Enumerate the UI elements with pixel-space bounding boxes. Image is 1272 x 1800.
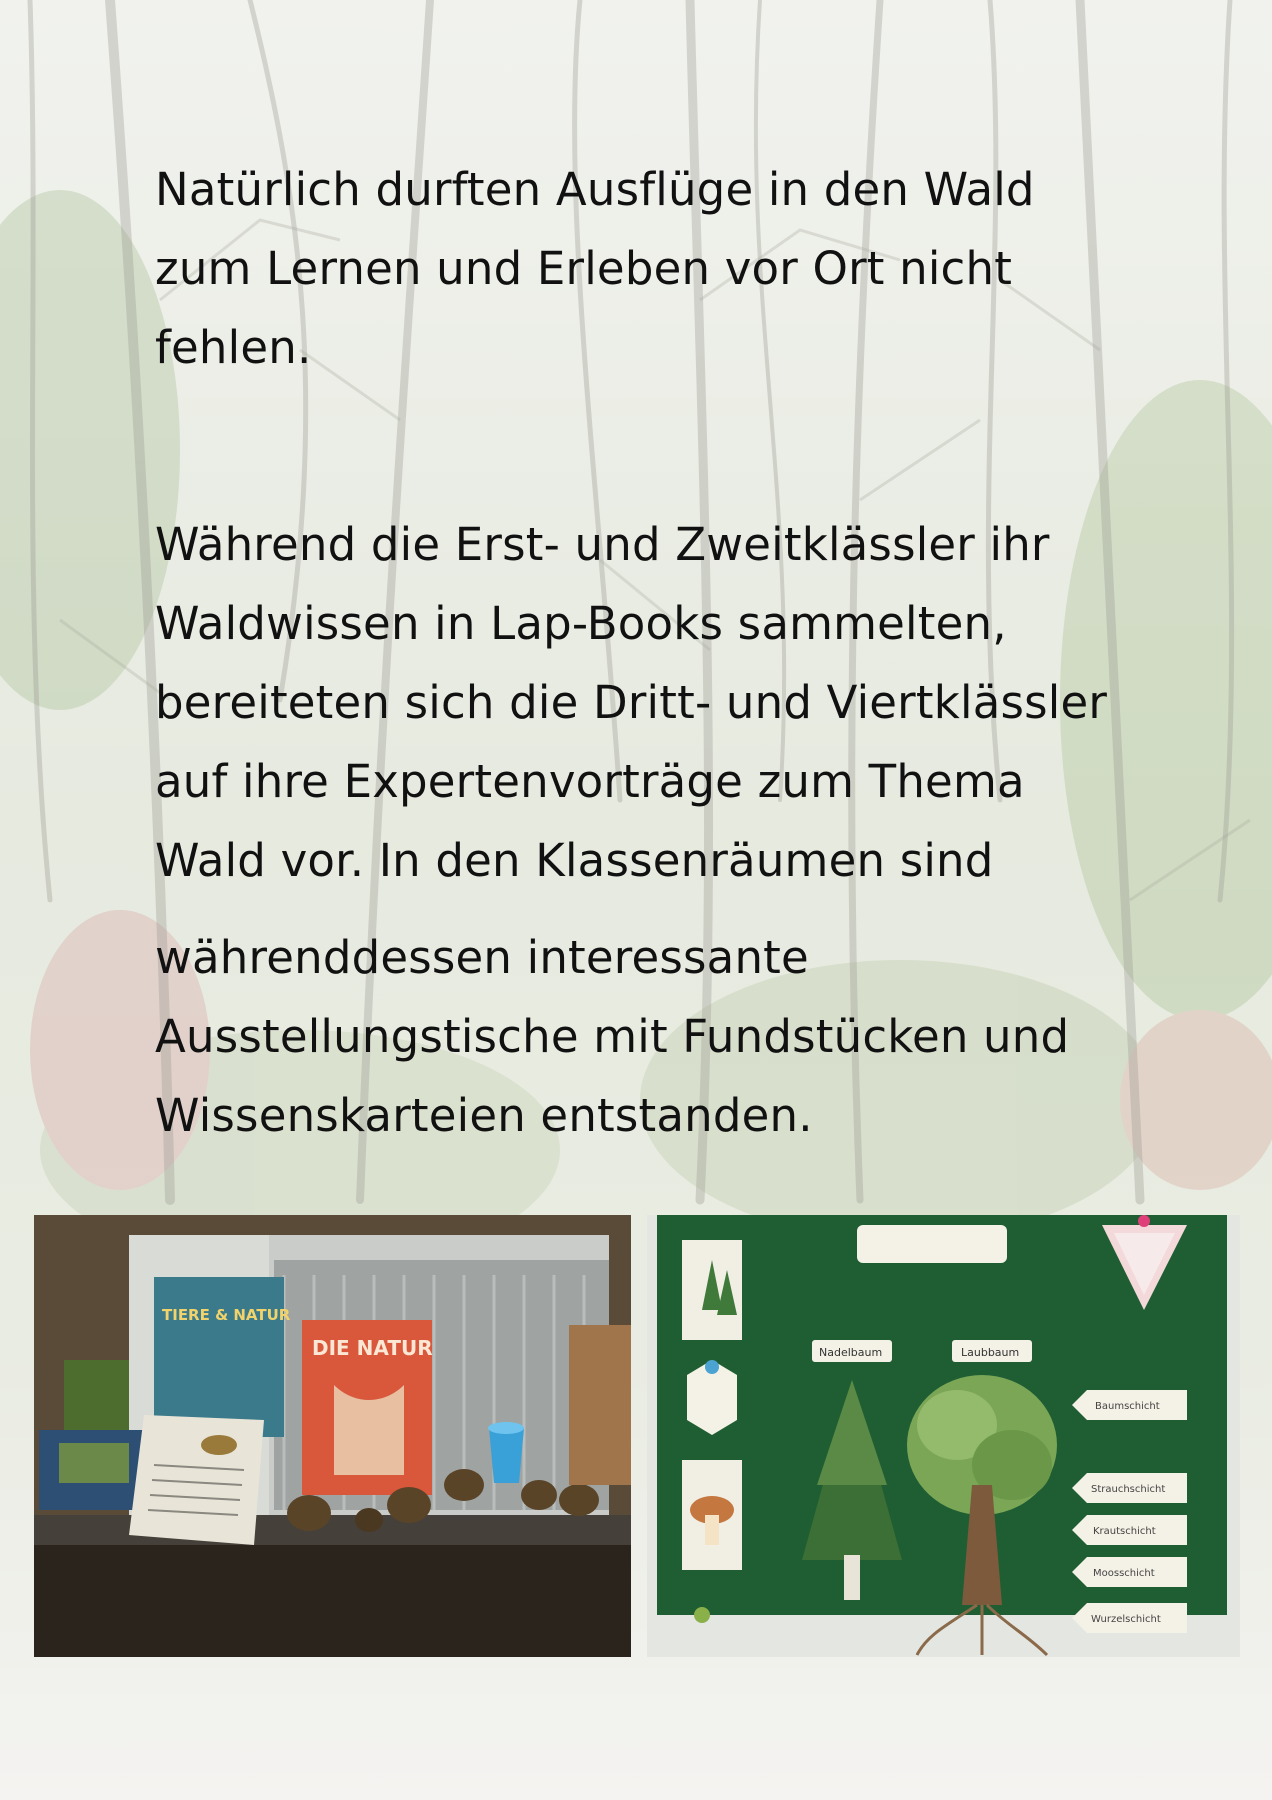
book-die-natur-title: DIE NATUR <box>312 1336 433 1360</box>
layer-label-1: Baumschicht <box>1095 1401 1160 1412</box>
paragraph-line: Ausstellungstische mit Fundstücken und <box>155 1010 1070 1063</box>
paragraph-line: zum Lernen und Erleben vor Ort nicht <box>155 242 1013 295</box>
layer-label-3: Krautschicht <box>1093 1526 1156 1537</box>
top-right-label: Laubbaum <box>961 1346 1019 1359</box>
paragraph-line: währenddessen interessante <box>155 931 809 984</box>
paragraph-line: Während die Erst- und Zweitklässler ihr <box>155 518 1050 571</box>
paragraph-exhibition: währenddessen interessante Ausstellungst… <box>155 918 1155 1155</box>
exhibition-table-photo: TIERE & NATUR DIE NATUR <box>34 1215 631 1657</box>
paragraph-lapbooks: Während die Erst- und Zweitklässler ihr … <box>155 505 1155 900</box>
paragraph-line: Wissenskarteien entstanden. <box>155 1089 813 1142</box>
paragraph-line: Wald vor. In den Klassenräumen sind <box>155 834 994 887</box>
paragraph-line: fehlen. <box>155 321 312 374</box>
layer-label-4: Moosschicht <box>1093 1568 1155 1579</box>
forest-layers-board-photo: Nadelbaum Laubbaum Baumschicht Strauchsc… <box>647 1215 1240 1657</box>
top-left-label: Nadelbaum <box>819 1346 882 1359</box>
layer-label-2: Strauchschicht <box>1091 1484 1165 1495</box>
paragraph-line: auf ihre Expertenvorträge zum Thema <box>155 755 1025 808</box>
paragraph-line: Waldwissen in Lap-Books sammelten, <box>155 597 1007 650</box>
book-tiere-natur-title: TIERE & NATUR <box>162 1306 291 1324</box>
paragraph-excursions: Natürlich durften Ausflüge in den Wald z… <box>155 150 1155 387</box>
paragraph-line: Natürlich durften Ausflüge in den Wald <box>155 163 1035 216</box>
layer-label-5: Wurzelschicht <box>1091 1614 1161 1625</box>
paragraph-line: bereiteten sich die Dritt- und Viertkläs… <box>155 676 1108 729</box>
